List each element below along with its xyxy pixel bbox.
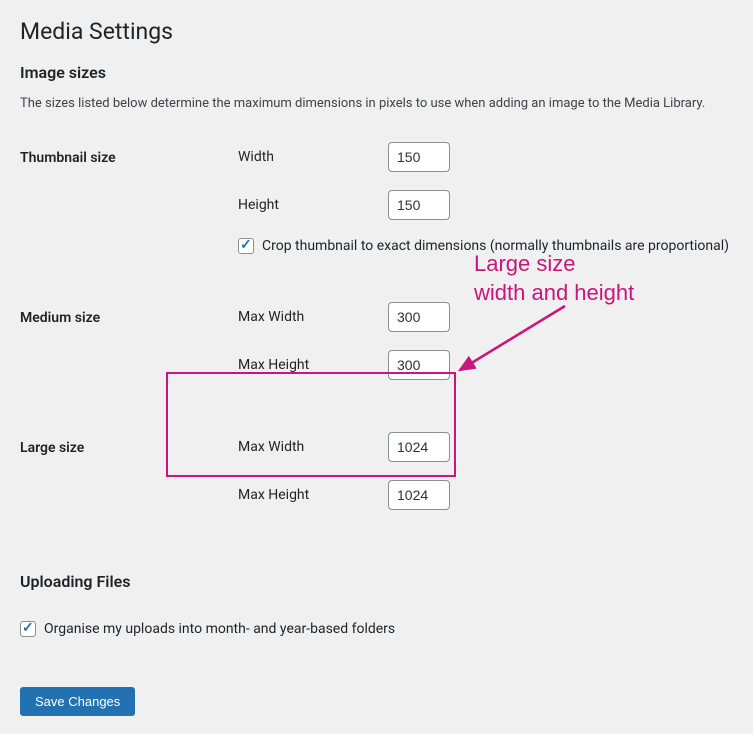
large-max-height-label: Max Height — [238, 487, 388, 503]
large-section: Large size Max Width Max Height — [20, 432, 733, 528]
large-label: Large size — [20, 432, 238, 456]
thumbnail-label: Thumbnail size — [20, 142, 238, 166]
crop-checkbox[interactable] — [238, 238, 254, 254]
image-sizes-description: The sizes listed below determine the max… — [20, 94, 733, 114]
large-max-width-label: Max Width — [238, 439, 388, 455]
medium-max-width-input[interactable] — [388, 302, 450, 332]
thumbnail-height-label: Height — [238, 197, 388, 213]
medium-section: Medium size Max Width Max Height — [20, 302, 733, 398]
large-max-height-input[interactable] — [388, 480, 450, 510]
organise-label: Organise my uploads into month- and year… — [44, 621, 395, 637]
annotation-text: Large size width and height — [474, 250, 634, 307]
image-sizes-heading: Image sizes — [20, 63, 733, 82]
annotation-line2: width and height — [474, 279, 634, 308]
save-button[interactable]: Save Changes — [20, 687, 135, 716]
medium-max-height-input[interactable] — [388, 350, 450, 380]
thumbnail-section: Thumbnail size Width Height Crop thumbna… — [20, 142, 733, 268]
medium-label: Medium size — [20, 302, 238, 326]
organise-checkbox[interactable] — [20, 621, 36, 637]
thumbnail-width-label: Width — [238, 149, 388, 165]
page-title: Media Settings — [20, 18, 733, 45]
thumbnail-height-input[interactable] — [388, 190, 450, 220]
annotation-line1: Large size — [474, 250, 634, 279]
large-max-width-input[interactable] — [388, 432, 450, 462]
medium-max-width-label: Max Width — [238, 309, 388, 325]
thumbnail-width-input[interactable] — [388, 142, 450, 172]
medium-max-height-label: Max Height — [238, 357, 388, 373]
uploading-heading: Uploading Files — [20, 572, 733, 591]
